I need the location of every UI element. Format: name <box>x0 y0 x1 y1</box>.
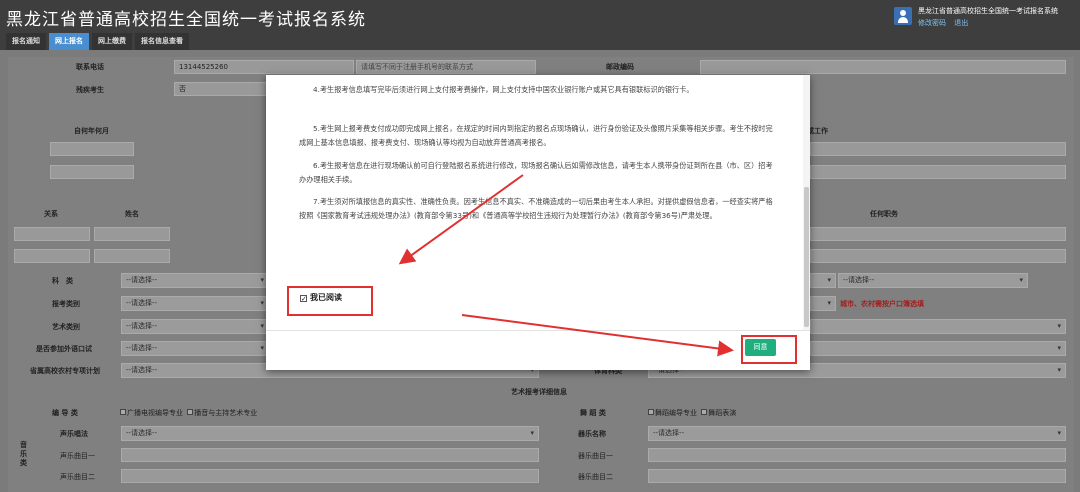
arrow-to-agree-button <box>461 314 734 357</box>
arrow-to-checkbox <box>398 174 524 265</box>
annotation-arrows <box>398 174 734 357</box>
